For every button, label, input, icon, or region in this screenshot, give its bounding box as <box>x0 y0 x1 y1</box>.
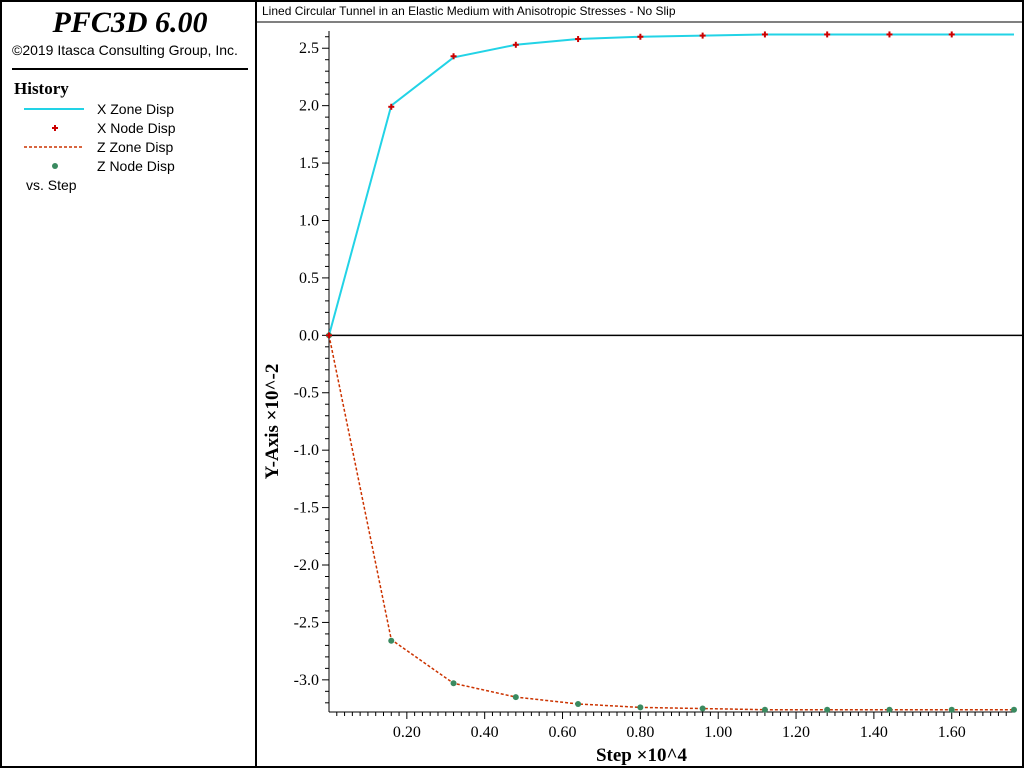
x-tick-label: 1.40 <box>860 724 888 741</box>
legend-panel: PFC3D 6.00 ©2019 Itasca Consulting Group… <box>0 0 256 768</box>
y-axis-label: Y-Axis ×10^-2 <box>262 364 283 480</box>
legend-divider <box>12 68 248 70</box>
x-node-disp-point <box>761 31 768 38</box>
legend-label: Z Zone Disp <box>97 139 174 155</box>
legend-dot-marker-icon <box>52 163 58 169</box>
y-tick-label: 1.0 <box>299 212 319 229</box>
copyright-text: ©2019 Itasca Consulting Group, Inc. <box>12 42 238 58</box>
chart-area: 2.5 2.0 1.5 1.0 0.5 0.0 -0.5 -1.0 -1.5 -2.0 -2.5 -3… <box>256 21 1024 766</box>
z-node-disp-point <box>388 637 395 644</box>
x-node-disp-point <box>886 31 893 38</box>
x-node-disp-point <box>575 36 582 43</box>
legend-dashed-line-icon <box>24 146 84 148</box>
y-tick-label: 1.5 <box>299 155 319 172</box>
x-tick-label: 1.00 <box>704 724 732 741</box>
z-node-disp-point <box>1011 706 1017 713</box>
y-tick-label: -2.0 <box>294 557 319 574</box>
x-tick-label: 0.40 <box>471 724 499 741</box>
app-title: PFC3D 6.00 <box>52 6 208 39</box>
legend-line-icon <box>24 108 84 110</box>
x-node-disp-point <box>948 31 955 38</box>
z-node-disp-point <box>948 706 955 713</box>
z-node-disp-point <box>886 706 893 713</box>
legend-label: X Node Disp <box>97 120 176 136</box>
x-tick-label: 1.20 <box>782 724 810 741</box>
y-tick-label: -3.0 <box>294 672 319 689</box>
x-tick-label: 0.60 <box>549 724 577 741</box>
history-title: History <box>14 79 69 98</box>
z-node-disp-point <box>699 705 706 712</box>
y-tick-label: 2.0 <box>299 98 319 115</box>
y-tick-label: -1.0 <box>294 442 319 459</box>
x-tick-label: 1.60 <box>938 724 966 741</box>
x-axis-label: Step ×10^4 <box>596 745 688 766</box>
z-node-disp-point <box>761 706 768 713</box>
y-tick-label: 0.5 <box>299 270 319 287</box>
z-node-disp-point <box>824 706 831 713</box>
y-tick-label: 0.0 <box>299 327 319 344</box>
legend-label: X Zone Disp <box>97 101 175 117</box>
x-node-disp-point <box>824 31 831 38</box>
vs-step-label: vs. Step <box>26 177 77 193</box>
y-tick-label: -0.5 <box>294 385 319 402</box>
y-tick-label: -1.5 <box>294 500 319 517</box>
x-tick-label: 0.20 <box>393 724 421 741</box>
z-node-disp-point <box>575 700 582 707</box>
y-tick-label: 2.5 <box>299 40 319 57</box>
x-node-disp-point <box>637 33 644 40</box>
z-node-disp-point <box>512 694 519 701</box>
legend-label: Z Node Disp <box>97 158 175 174</box>
series-x-zone-disp-line <box>328 33 1014 336</box>
x-node-disp-point <box>512 41 519 48</box>
y-tick-label: -2.5 <box>294 614 319 631</box>
z-node-disp-point <box>637 704 644 711</box>
chart-title: Lined Circular Tunnel in an Elastic Medi… <box>262 4 676 18</box>
z-node-disp-point <box>450 680 457 687</box>
series-z-zone-disp-line <box>328 335 1014 711</box>
legend-plus-marker-icon <box>52 125 58 131</box>
x-tick-label: 0.80 <box>626 724 654 741</box>
x-node-disp-point <box>699 32 706 39</box>
